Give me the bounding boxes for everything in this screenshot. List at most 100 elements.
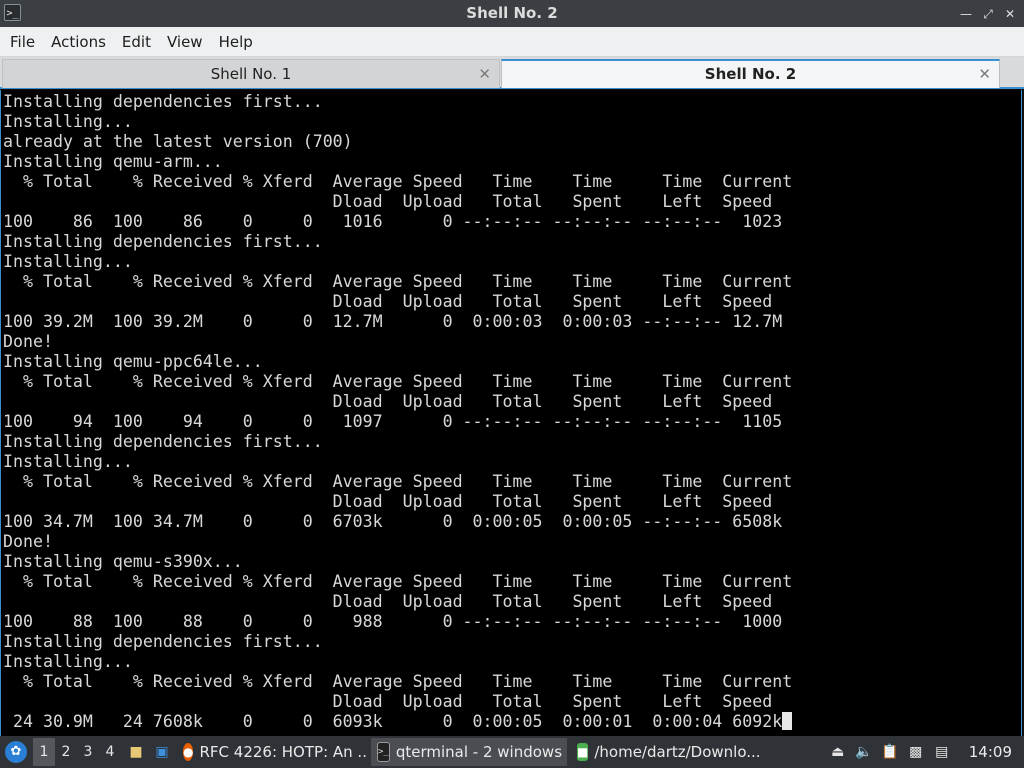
- terminal-line: % Total % Received % Xferd Average Speed…: [3, 672, 1021, 692]
- window-title: Shell No. 2: [466, 4, 558, 22]
- terminal-line: 100 34.7M 100 34.7M 0 0 6703k 0 0:00:05 …: [3, 512, 1021, 532]
- terminal-line-text: Installing...: [3, 452, 133, 471]
- terminal-line-text: Installing dependencies first...: [3, 632, 323, 651]
- terminal-line: Dload Upload Total Spent Left Speed: [3, 292, 1021, 312]
- maximize-icon[interactable]: ⤢: [980, 6, 996, 22]
- terminal-line: Dload Upload Total Spent Left Speed: [3, 192, 1021, 212]
- window-controls: — ⤢ ✕: [958, 0, 1018, 27]
- terminal-line-text: Dload Upload Total Spent Left Speed: [3, 592, 773, 611]
- terminal-line: 100 94 100 94 0 0 1097 0 --:--:-- --:--:…: [3, 412, 1021, 432]
- terminal-line-text: % Total % Received % Xferd Average Speed…: [3, 172, 793, 191]
- terminal-line-text: % Total % Received % Xferd Average Speed…: [3, 672, 793, 691]
- menu-file[interactable]: File: [2, 27, 43, 57]
- terminal-line-text: 100 86 100 86 0 0 1016 0 --:--:-- --:--:…: [3, 212, 783, 231]
- app-menu-icon[interactable]: ✿: [5, 741, 27, 763]
- terminal-line-text: Installing...: [3, 652, 133, 671]
- terminal-output: Installing dependencies first... Installi…: [1, 90, 1021, 732]
- terminal-view[interactable]: Installing dependencies first... Installi…: [0, 90, 1022, 736]
- tab-bar: Shell No. 1 ✕ Shell No. 2 ✕: [0, 57, 1024, 89]
- terminal-line: % Total % Received % Xferd Average Speed…: [3, 572, 1021, 592]
- task-file-manager[interactable]: ■ /home/dartz/Downlo...: [571, 738, 761, 766]
- terminal-line-text: already at the latest version (700): [3, 132, 353, 151]
- tab-label: Shell No. 1: [210, 65, 292, 83]
- terminal-line: Dload Upload Total Spent Left Speed: [3, 592, 1021, 612]
- menu-view[interactable]: View: [159, 27, 211, 57]
- terminal-line-text: % Total % Received % Xferd Average Speed…: [3, 372, 793, 391]
- window-titlebar[interactable]: >_ Shell No. 2 — ⤢ ✕: [0, 0, 1024, 27]
- desktop-3-button[interactable]: 3: [77, 744, 99, 760]
- terminal-line: Installing...: [3, 652, 1021, 672]
- terminal-line-text: Installing qemu-s390x...: [3, 552, 243, 571]
- menu-edit[interactable]: Edit: [114, 27, 159, 57]
- display-icon[interactable]: ▩: [907, 743, 925, 761]
- volume-icon[interactable]: 🔈: [855, 743, 873, 761]
- clipboard-icon[interactable]: 📋: [881, 743, 899, 761]
- terminal-line: Installing qemu-s390x...: [3, 552, 1021, 572]
- menu-actions[interactable]: Actions: [43, 27, 114, 57]
- terminal-line-text: Installing dependencies first...: [3, 432, 323, 451]
- tab-shell-2[interactable]: Shell No. 2 ✕: [501, 59, 1000, 88]
- terminal-line: Installing dependencies first...: [3, 432, 1021, 452]
- terminal-line-text: 100 94 100 94 0 0 1097 0 --:--:-- --:--:…: [3, 412, 783, 431]
- terminal-line: % Total % Received % Xferd Average Speed…: [3, 272, 1021, 292]
- terminal-line: Dload Upload Total Spent Left Speed: [3, 692, 1021, 712]
- task-label: /home/dartz/Downlo...: [594, 743, 761, 761]
- tab-label: Shell No. 2: [704, 65, 797, 83]
- show-desktop-icon[interactable]: ▣: [151, 741, 173, 763]
- close-tab-icon[interactable]: ✕: [978, 61, 991, 87]
- terminal-line: Done!: [3, 532, 1021, 552]
- terminal-line-text: % Total % Received % Xferd Average Speed…: [3, 572, 793, 591]
- task-browser[interactable]: ● RFC 4226: HOTP: An ...: [177, 738, 367, 766]
- terminal-line: % Total % Received % Xferd Average Speed…: [3, 472, 1021, 492]
- clock[interactable]: 14:09: [969, 743, 1012, 761]
- close-tab-icon[interactable]: ✕: [478, 60, 491, 88]
- terminal-line-text: Done!: [3, 332, 53, 351]
- terminal-line: % Total % Received % Xferd Average Speed…: [3, 372, 1021, 392]
- task-label: qterminal - 2 windows: [395, 743, 563, 761]
- terminal-line-text: 100 39.2M 100 39.2M 0 0 12.7M 0 0:00:03 …: [3, 312, 783, 331]
- terminal-line-text: % Total % Received % Xferd Average Speed…: [3, 272, 793, 291]
- terminal-line-text: Installing dependencies first...: [3, 232, 323, 251]
- terminal-line-text: Dload Upload Total Spent Left Speed: [3, 392, 773, 411]
- terminal-line-text: Installing...: [3, 252, 133, 271]
- terminal-line-text: Dload Upload Total Spent Left Speed: [3, 192, 773, 211]
- minimize-icon[interactable]: —: [958, 6, 974, 22]
- terminal-line: Dload Upload Total Spent Left Speed: [3, 492, 1021, 512]
- firefox-icon: ●: [183, 743, 194, 761]
- desktop-1-button[interactable]: 1: [33, 738, 55, 766]
- terminal-line-text: 100 88 100 88 0 0 988 0 --:--:-- --:--:-…: [3, 612, 783, 631]
- file-manager-icon[interactable]: ■: [125, 741, 147, 763]
- terminal-line-text: % Total % Received % Xferd Average Speed…: [3, 472, 793, 491]
- terminal-line-text: Installing qemu-arm...: [3, 152, 223, 171]
- terminal-line: Done!: [3, 332, 1021, 352]
- terminal-line-text: Installing...: [3, 112, 133, 131]
- terminal-line-text: Installing qemu-ppc64le...: [3, 352, 263, 371]
- menu-help[interactable]: Help: [211, 27, 261, 57]
- terminal-line-text: Done!: [3, 532, 53, 551]
- terminal-line-text: Installing dependencies first...: [3, 92, 323, 111]
- tab-shell-1[interactable]: Shell No. 1 ✕: [2, 59, 500, 88]
- terminal-line: 100 86 100 86 0 0 1016 0 --:--:-- --:--:…: [3, 212, 1021, 232]
- terminal-line: 100 39.2M 100 39.2M 0 0 12.7M 0 0:00:03 …: [3, 312, 1021, 332]
- terminal-line: Installing qemu-ppc64le...: [3, 352, 1021, 372]
- desktop-4-button[interactable]: 4: [99, 744, 121, 760]
- desktop-2-button[interactable]: 2: [55, 744, 77, 760]
- task-terminal[interactable]: >_ qterminal - 2 windows: [371, 738, 567, 766]
- terminal-line-text: Dload Upload Total Spent Left Speed: [3, 692, 773, 711]
- system-tray: ⏏ 🔈 📋 ▩ ▤ 14:09: [829, 743, 1024, 761]
- terminal-icon: >_: [377, 742, 390, 762]
- terminal-line: already at the latest version (700): [3, 132, 1021, 152]
- terminal-line: Installing dependencies first...: [3, 632, 1021, 652]
- terminal-line: Installing qemu-arm...: [3, 152, 1021, 172]
- close-icon[interactable]: ✕: [1002, 6, 1018, 22]
- folder-icon: ■: [577, 743, 589, 761]
- terminal-line-text: Dload Upload Total Spent Left Speed: [3, 492, 773, 511]
- terminal-line: 24 30.9M 24 7608k 0 0 6093k 0 0:00:05 0:…: [3, 712, 1021, 732]
- terminal-line: Installing dependencies first...: [3, 92, 1021, 112]
- text-cursor: [782, 712, 793, 730]
- network-icon[interactable]: ▤: [933, 743, 951, 761]
- terminal-line: Installing...: [3, 252, 1021, 272]
- task-label: RFC 4226: HOTP: An ...: [199, 743, 367, 761]
- terminal-line-text: Dload Upload Total Spent Left Speed: [3, 292, 773, 311]
- eject-icon[interactable]: ⏏: [829, 743, 847, 761]
